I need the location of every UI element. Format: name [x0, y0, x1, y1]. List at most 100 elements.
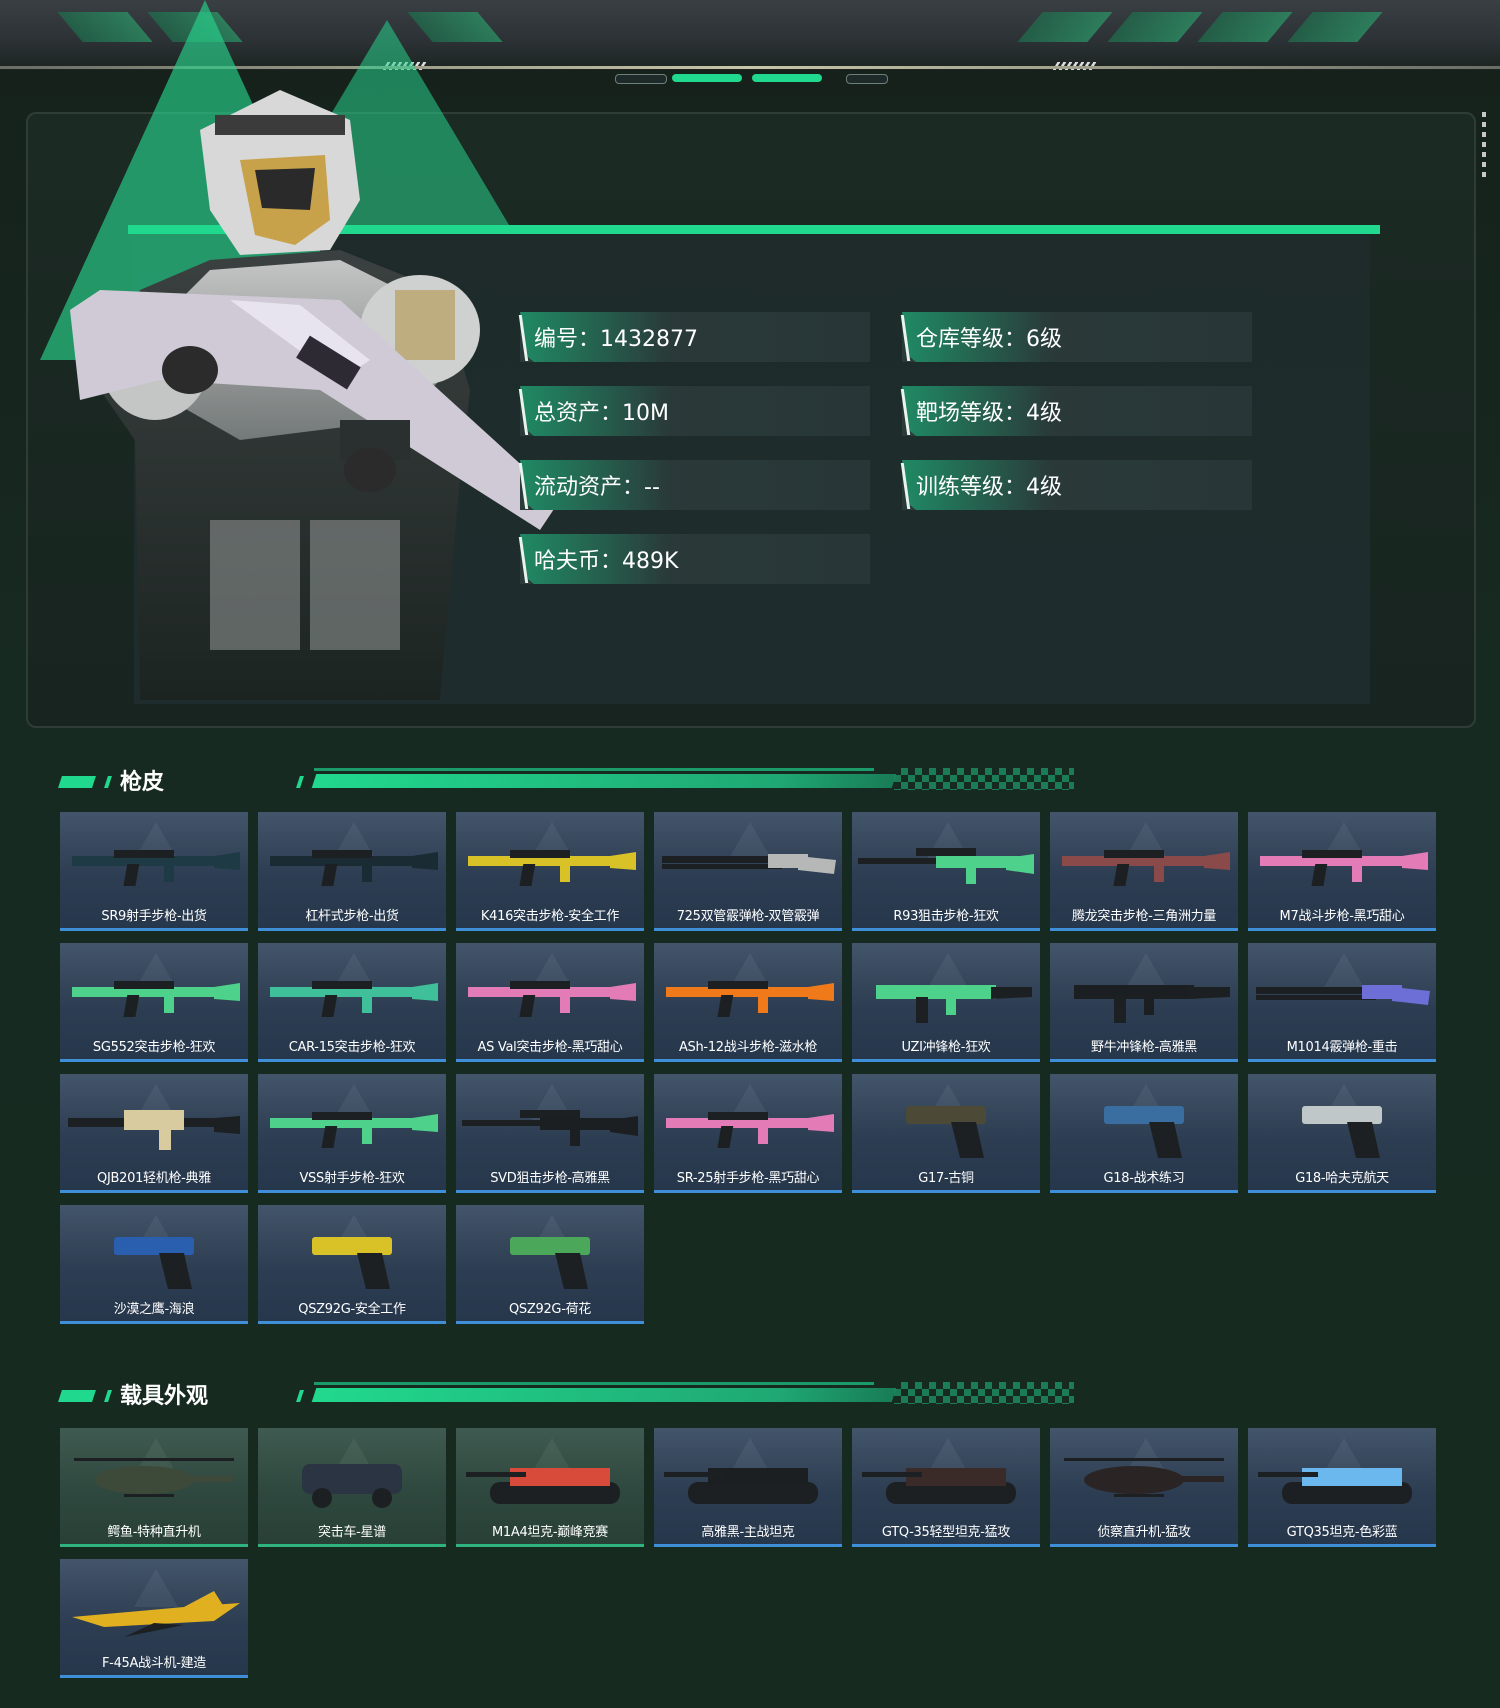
item-card-label: SVD狙击步枪-高雅黑: [490, 1171, 610, 1186]
item-card-label: 高雅黑-主战坦克: [701, 1525, 795, 1540]
scroll-dots: [1482, 112, 1486, 182]
item-card[interactable]: SVD狙击步枪-高雅黑: [456, 1074, 644, 1193]
item-card-label: AS Val突击步枪-黑巧甜心: [477, 1040, 623, 1055]
item-card[interactable]: M1A4坦克-巅峰竞赛: [456, 1428, 644, 1547]
helicopter-icon: [1064, 1458, 1224, 1497]
stat-training-text: 训练等级：4级: [916, 475, 1062, 500]
header-pill: [752, 74, 822, 82]
item-card[interactable]: 沙漠之鹰-海浪: [60, 1205, 248, 1324]
item-card[interactable]: 725双管霰弹枪-双管霰弹: [654, 812, 842, 931]
item-card-label: 鳄鱼-特种直升机: [107, 1525, 201, 1540]
item-card[interactable]: K416突击步枪-安全工作: [456, 812, 644, 931]
item-card[interactable]: 腾龙突击步枪-三角洲力量: [1050, 812, 1238, 931]
item-card[interactable]: 侦察直升机-猛攻: [1050, 1428, 1238, 1547]
item-card[interactable]: QSZ92G-安全工作: [258, 1205, 446, 1324]
item-card-label: VSS射手步枪-狂欢: [299, 1171, 405, 1186]
item-card-label: R93狙击步枪-狂欢: [893, 909, 999, 924]
item-card[interactable]: G18-战术练习: [1050, 1074, 1238, 1193]
pistol-icon: [906, 1106, 986, 1158]
item-card-label: GTQ-35轻型坦克-猛攻: [881, 1525, 1011, 1540]
chevron-decor: [1287, 12, 1383, 42]
item-card-label: 杠杆式步枪-出货: [305, 909, 399, 924]
stat-range-text: 靶场等级：4级: [916, 401, 1062, 426]
page: 编号：1432877 仓库等级：6级 总资产：10M 靶场等级：4级 流动资产：…: [0, 0, 1500, 1708]
lmg-icon: [68, 1110, 240, 1150]
item-card[interactable]: SR-25射手步枪-黑巧甜心: [654, 1074, 842, 1193]
chevron-decor: [1107, 12, 1203, 42]
item-card[interactable]: SG552突击步枪-狂欢: [60, 943, 248, 1062]
rifle-icon: [666, 981, 834, 1017]
item-card[interactable]: M1014霰弹枪-重击: [1248, 943, 1436, 1062]
item-card[interactable]: GTQ35坦克-色彩蓝: [1248, 1428, 1436, 1547]
tank-icon: [862, 1468, 1016, 1504]
vehicles-section-header: 载具外观: [58, 1382, 1080, 1412]
item-card[interactable]: GTQ-35轻型坦克-猛攻: [852, 1428, 1040, 1547]
item-card[interactable]: 鳄鱼-特种直升机: [60, 1428, 248, 1547]
item-card[interactable]: CAR-15突击步枪-狂欢: [258, 943, 446, 1062]
item-card-label: 腾龙突击步枪-三角洲力量: [1071, 909, 1217, 924]
chevron-decor: [1017, 12, 1113, 42]
rifle-icon: [270, 1112, 438, 1148]
tank-icon: [664, 1468, 818, 1504]
stat-liquid-assets-text: 流动资产：--: [534, 475, 660, 500]
sniper-icon: [858, 848, 1034, 884]
item-card[interactable]: ASh-12战斗步枪-滋水枪: [654, 943, 842, 1062]
item-card-label: ASh-12战斗步枪-滋水枪: [678, 1040, 818, 1055]
chevron-decor: [1197, 12, 1293, 42]
rifle-icon: [468, 850, 636, 886]
item-card-label: M1014霰弹枪-重击: [1286, 1040, 1398, 1055]
rifle-icon: [72, 981, 240, 1017]
rifle-icon: [1062, 850, 1230, 886]
stat-id: 编号：1432877: [518, 312, 870, 362]
item-card-label: G18-战术练习: [1103, 1171, 1185, 1186]
item-card[interactable]: UZI冲锋枪-狂欢: [852, 943, 1040, 1062]
helicopter-icon: [74, 1458, 234, 1497]
item-card[interactable]: SR9射手步枪-出货: [60, 812, 248, 931]
pistol-icon: [510, 1237, 590, 1289]
item-card-label: 突击车-星谱: [318, 1525, 386, 1540]
item-card[interactable]: 野牛冲锋枪-高雅黑: [1050, 943, 1238, 1062]
header-pill: [672, 74, 742, 82]
stat-total-assets-text: 总资产：10M: [534, 401, 669, 426]
rifle-icon: [72, 850, 240, 886]
rifle-icon: [270, 981, 438, 1017]
stat-range-level: 靶场等级：4级: [900, 386, 1252, 436]
item-card-label: G17-古铜: [918, 1171, 974, 1186]
stat-total-assets: 总资产：10M: [518, 386, 870, 436]
item-card-label: UZI冲锋枪-狂欢: [901, 1040, 991, 1055]
stat-liquid-assets: 流动资产：--: [518, 460, 870, 510]
rifle-icon: [270, 850, 438, 886]
stat-havoc-coin: 哈夫币：489K: [518, 534, 870, 584]
item-card[interactable]: G17-古铜: [852, 1074, 1040, 1193]
rifle-icon: [1260, 850, 1428, 886]
item-card[interactable]: QJB201轻机枪-典雅: [60, 1074, 248, 1193]
item-card[interactable]: F-45A战斗机-建造: [60, 1559, 248, 1678]
pistol-icon: [114, 1237, 194, 1289]
item-card-label: 侦察直升机-猛攻: [1097, 1525, 1191, 1540]
item-card[interactable]: M7战斗步枪-黑巧甜心: [1248, 812, 1436, 931]
item-card[interactable]: 杠杆式步枪-出货: [258, 812, 446, 931]
item-card-label: QSZ92G-安全工作: [298, 1302, 406, 1317]
gun-skins-section-header: 枪皮: [58, 768, 1080, 798]
header-pill: [615, 74, 667, 84]
item-card-label: SR9射手步枪-出货: [101, 909, 207, 924]
item-card-label: G18-哈夫克航天: [1295, 1171, 1389, 1186]
pistol-icon: [1104, 1106, 1184, 1158]
jet-icon: [72, 1591, 240, 1637]
item-card[interactable]: QSZ92G-荷花: [456, 1205, 644, 1324]
item-card[interactable]: 高雅黑-主战坦克: [654, 1428, 842, 1547]
stat-id-text: 编号：1432877: [534, 327, 698, 352]
item-card-label: CAR-15突击步枪-狂欢: [288, 1040, 416, 1055]
item-card-label: 沙漠之鹰-海浪: [113, 1302, 195, 1317]
item-card[interactable]: G18-哈夫克航天: [1248, 1074, 1436, 1193]
shotgun-icon: [662, 854, 836, 874]
item-card[interactable]: AS Val突击步枪-黑巧甜心: [456, 943, 644, 1062]
item-card[interactable]: R93狙击步枪-狂欢: [852, 812, 1040, 931]
item-card-label: M7战斗步枪-黑巧甜心: [1279, 909, 1405, 924]
stat-warehouse-level: 仓库等级：6级: [900, 312, 1252, 362]
rifle-icon: [666, 1112, 834, 1148]
item-card[interactable]: VSS射手步枪-狂欢: [258, 1074, 446, 1193]
item-card[interactable]: 突击车-星谱: [258, 1428, 446, 1547]
item-card-label: QSZ92G-荷花: [509, 1302, 591, 1317]
gun-skins-title: 枪皮: [120, 770, 165, 795]
